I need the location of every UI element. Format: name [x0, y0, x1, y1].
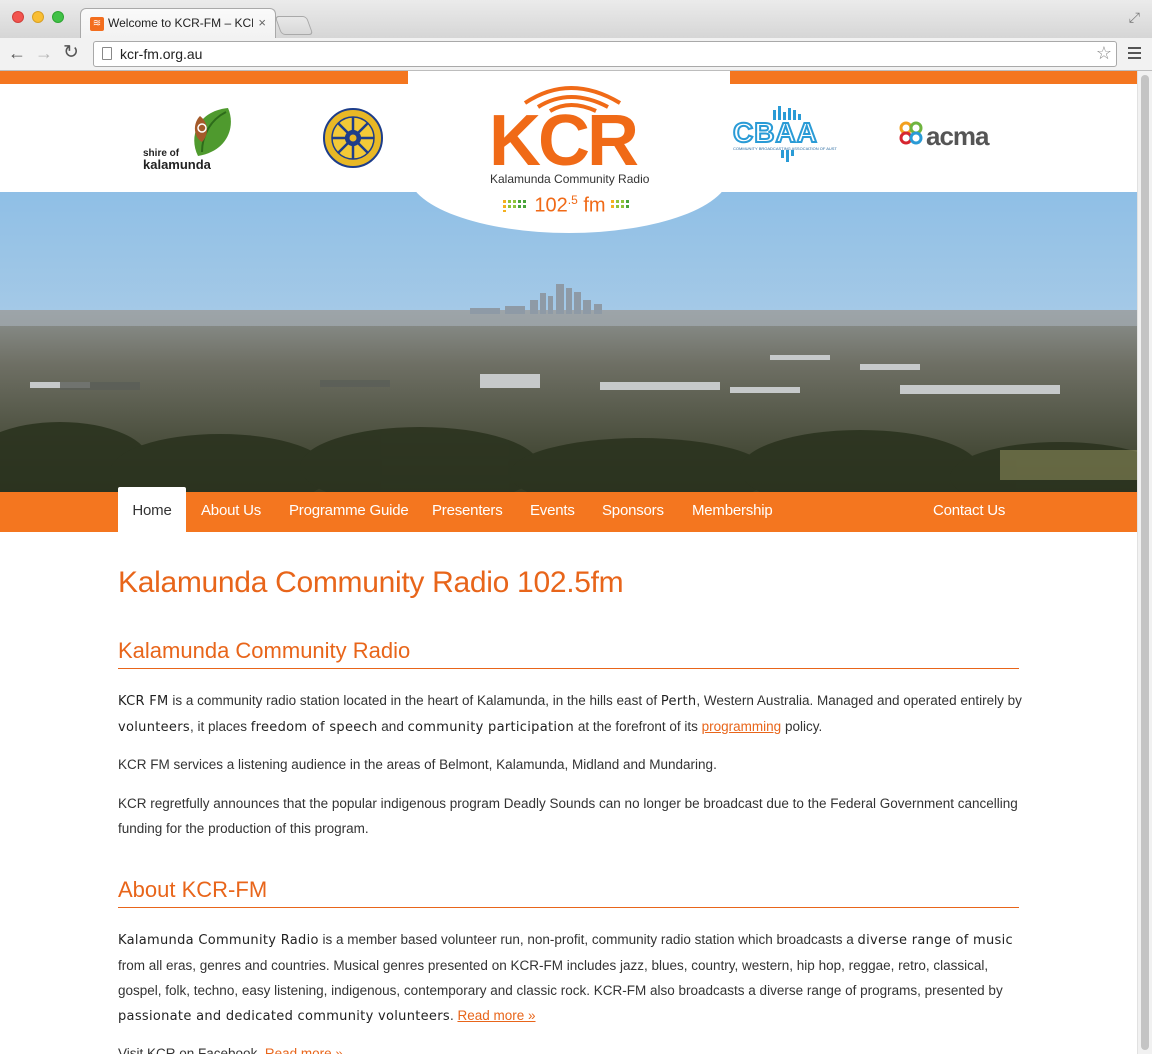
- facebook-read-more-link[interactable]: Read more »: [265, 1046, 343, 1054]
- programming-link[interactable]: programming: [702, 719, 782, 734]
- page-scrollbar[interactable]: [1137, 71, 1152, 1054]
- bold-perth: Perth: [660, 694, 697, 709]
- acma-rings-icon: [899, 121, 923, 145]
- kcr-logo-subtitle: Kalamunda Community Radio: [490, 172, 650, 186]
- intro-paragraph: KCR FM is a community radio station loca…: [118, 688, 1023, 740]
- hamburger-menu-icon[interactable]: [1128, 47, 1141, 62]
- bold-kalamunda-community-radio: Kalamunda Community Radio: [118, 933, 319, 948]
- nav-contact-us[interactable]: Contact Us: [933, 492, 1005, 532]
- shire-line2: kalamunda: [143, 157, 211, 172]
- fullscreen-icon[interactable]: ⤢: [1129, 9, 1140, 26]
- nav-membership[interactable]: Membership: [692, 492, 773, 532]
- text-span: is a member based volunteer run, non-pro…: [318, 932, 858, 947]
- scrollbar-thumb[interactable]: [1141, 75, 1149, 1050]
- hero-city-panorama-image: [0, 192, 1137, 492]
- rotary-logo[interactable]: [322, 107, 384, 174]
- reload-icon[interactable]: ↻: [63, 43, 79, 63]
- right-level-meter-icon: [611, 200, 630, 209]
- section-heading-about-kcr-fm: About KCR-FM: [118, 877, 268, 902]
- page-viewport: shire of kalamunda KCR Kalamunda Communi…: [0, 71, 1152, 1054]
- text-span: from all eras, genres and countries. Mus…: [118, 958, 1003, 998]
- zoom-window-button[interactable]: [52, 11, 64, 23]
- facebook-text: Visit KCR on Facebook.: [118, 1046, 265, 1054]
- bold-volunteers: volunteers: [118, 720, 190, 735]
- text-span: and: [377, 719, 408, 734]
- kcr-frequency-unit: fm: [577, 194, 606, 217]
- nav-events[interactable]: Events: [530, 492, 575, 532]
- browser-toolbar: ← → ↻ kcr-fm.org.au ☆: [0, 38, 1152, 71]
- main-navigation: Home About Us Programme Guide Presenters…: [0, 487, 1137, 532]
- page-icon: [102, 47, 112, 60]
- url-text[interactable]: kcr-fm.org.au: [120, 46, 202, 62]
- tab-title: Welcome to KCR-FM – KCR: [108, 16, 253, 30]
- nav-sponsors[interactable]: Sponsors: [602, 492, 664, 532]
- nav-presenters[interactable]: Presenters: [432, 492, 503, 532]
- kcr-frequency: 102.5 fm: [470, 193, 670, 218]
- text-span: is a community radio station located in …: [168, 693, 661, 708]
- page-title: Kalamunda Community Radio 102.5fm: [118, 566, 624, 599]
- browser-titlebar: ≋ Welcome to KCR-FM – KCR × ⤢: [0, 0, 1152, 38]
- shire-leaf-icon: [194, 108, 231, 156]
- kcr-frequency-main: 102: [534, 194, 568, 217]
- services-paragraph: KCR FM services a listening audience in …: [118, 757, 717, 772]
- bold-diverse-range-of-music: diverse range of music: [857, 933, 1013, 948]
- cbaa-text: CBAA: [733, 117, 818, 148]
- left-level-meter-icon: [502, 200, 526, 213]
- text-span: policy.: [781, 719, 823, 734]
- address-bar[interactable]: kcr-fm.org.au ☆: [93, 41, 1117, 67]
- rotary-wheel-icon: [323, 108, 383, 168]
- web-page: shire of kalamunda KCR Kalamunda Communi…: [0, 71, 1137, 1054]
- read-more-link[interactable]: Read more »: [457, 1008, 535, 1023]
- kcr-logo[interactable]: KCR Kalamunda Community Radio 102.5 fm: [470, 75, 670, 225]
- bold-community-participation: community participation: [407, 720, 575, 735]
- kcr-logo-text: KCR: [489, 101, 639, 181]
- bold-passionate-volunteers: passionate and dedicated community volun…: [118, 1009, 450, 1024]
- cbaa-logo[interactable]: CBAA COMMUNITY BROADCASTING ASSOCIATION …: [732, 106, 849, 173]
- about-paragraph: Kalamunda Community Radio is a member ba…: [118, 927, 1023, 1029]
- text-span: , it places: [189, 719, 251, 734]
- facebook-paragraph: Visit KCR on Facebook. Read more »: [118, 1041, 1023, 1054]
- browser-tab[interactable]: ≋ Welcome to KCR-FM – KCR ×: [80, 8, 276, 38]
- new-tab-button[interactable]: [274, 16, 314, 35]
- nav-home[interactable]: Home: [118, 487, 186, 532]
- forward-arrow-icon[interactable]: →: [35, 43, 53, 63]
- nav-about-us[interactable]: About Us: [201, 492, 261, 532]
- section-divider: [118, 668, 1019, 669]
- acma-text: acma: [926, 121, 989, 151]
- tab-close-icon[interactable]: ×: [258, 15, 266, 30]
- text-span: , Western Australia. Managed and operate…: [696, 693, 1022, 708]
- kcr-frequency-decimal: .5: [567, 193, 578, 207]
- back-arrow-icon[interactable]: ←: [8, 43, 26, 63]
- cbaa-equalizer-icon: CBAA COMMUNITY BROADCASTING ASSOCIATION …: [732, 106, 849, 162]
- bold-freedom-of-speech: freedom of speech: [250, 720, 378, 735]
- announcement-paragraph: KCR regretfully announces that the popul…: [118, 796, 1018, 836]
- section-heading-kalamunda-community-radio: Kalamunda Community Radio: [118, 638, 411, 663]
- nav-programme-guide[interactable]: Programme Guide: [289, 492, 409, 532]
- bold-kcr-fm: KCR FM: [118, 694, 169, 709]
- cbaa-subtitle: COMMUNITY BROADCASTING ASSOCIATION OF AU…: [733, 146, 837, 151]
- kcr-favicon-icon: ≋: [90, 17, 104, 31]
- bookmark-star-icon[interactable]: ☆: [1096, 43, 1112, 64]
- close-window-button[interactable]: [12, 11, 24, 23]
- section-divider: [118, 907, 1019, 908]
- minimize-window-button[interactable]: [32, 11, 44, 23]
- text-span: at the forefront of its: [574, 719, 702, 734]
